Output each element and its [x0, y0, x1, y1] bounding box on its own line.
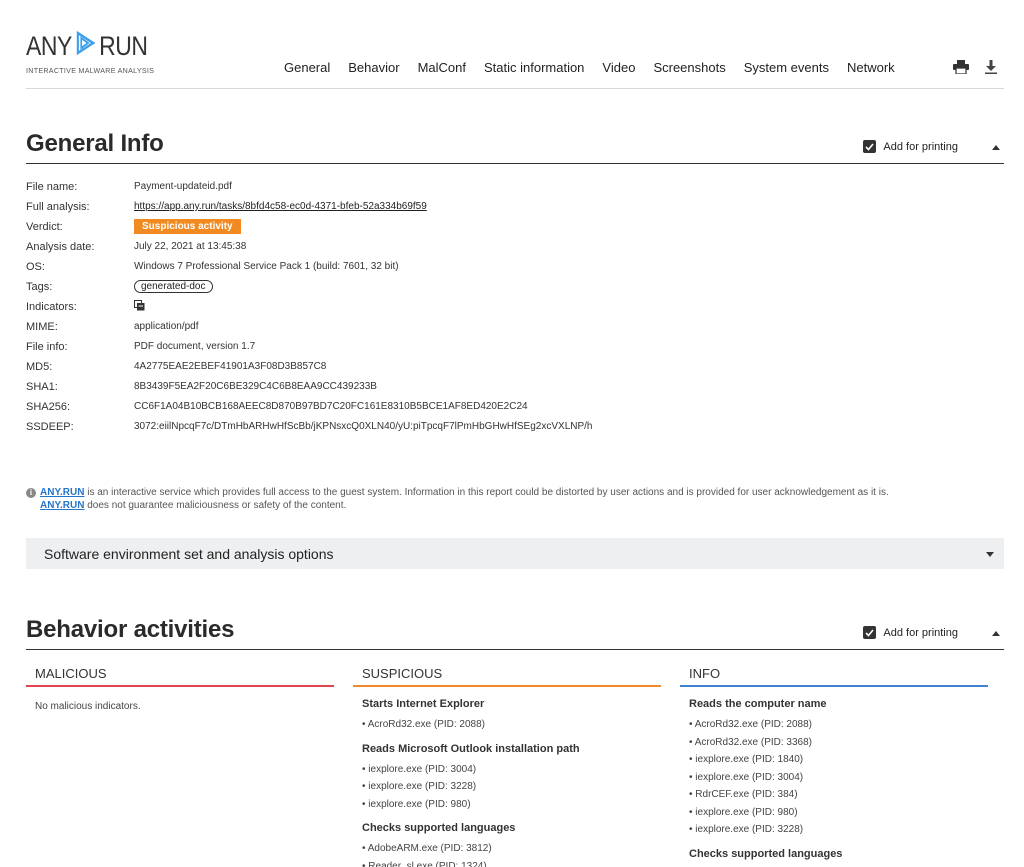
printer-icon[interactable]: [952, 58, 970, 76]
info-label: MD5:: [26, 361, 53, 373]
report-nav: General Behavior MalConf Static informat…: [284, 60, 913, 75]
info-value: Windows 7 Professional Service Pack 1 (b…: [134, 261, 399, 272]
general-info-header: General Info Add for printing: [26, 130, 1004, 164]
indicators-icon: [134, 300, 145, 314]
disclaimer-line-2: does not guarantee maliciousness or safe…: [84, 500, 347, 511]
behavior-column-body: Starts Internet Explorer • AcroRd32.exe (…: [353, 687, 661, 867]
disclaimer: i ANY.RUN is an interactive service which…: [26, 486, 1006, 512]
anyrun-link[interactable]: ANY.RUN: [40, 487, 84, 498]
logo-text-right: RUN: [99, 30, 148, 61]
behavior-process-item: • iexplore.exe (PID: 3004): [689, 771, 804, 783]
info-label: Tags:: [26, 281, 53, 293]
sha1-value: 8B3439F5EA2F20C6BE329C4C6B8EAA9CC439233B: [134, 381, 377, 392]
info-value: application/pdf: [134, 321, 199, 332]
expand-arrow-icon[interactable]: [986, 552, 994, 557]
sha256-value: CC6F1A04B10BCB168AEEC8D870B97BD7C20FC161…: [134, 401, 528, 412]
anyrun-logo[interactable]: ANY RUN INTERACTIVE MALWARE ANALYSIS: [26, 30, 169, 75]
behavior-group-title[interactable]: Starts Internet Explorer: [362, 698, 661, 710]
logo-subtitle: INTERACTIVE MALWARE ANALYSIS: [26, 66, 155, 75]
nav-behavior[interactable]: Behavior: [348, 60, 399, 75]
behavior-process-item: • AcroRd32.exe (PID: 2088): [362, 719, 486, 730]
nav-static-information[interactable]: Static information: [484, 60, 584, 75]
add-for-printing-label: Add for printing: [883, 140, 958, 153]
behavior-header: Behavior activities Add for printing: [26, 616, 1004, 650]
behavior-column-title: SUSPICIOUS: [353, 666, 661, 687]
collapse-arrow-icon[interactable]: [992, 145, 1000, 150]
disclaimer-line-1: is an interactive service which provides…: [84, 487, 889, 498]
behavior-group-title[interactable]: Checks supported languages: [689, 848, 988, 860]
behavior-group: Checks supported languages: [689, 848, 988, 860]
behavior-process-item: • AdobeARM.exe (PID: 3812): [362, 843, 492, 854]
nav-malconf[interactable]: MalConf: [418, 60, 466, 75]
anyrun-link[interactable]: ANY.RUN: [40, 500, 84, 511]
nav-system-events[interactable]: System events: [744, 60, 829, 75]
md5-value: 4A2775EAE2EBEF41901A3F08D3B857C8: [134, 361, 327, 372]
info-label: Verdict:: [26, 221, 63, 233]
nav-network[interactable]: Network: [847, 60, 895, 75]
behavior-process-item: • AcroRd32.exe (PID: 3368): [689, 736, 813, 748]
verdict-badge: Suspicious activity: [134, 219, 241, 234]
behavior-group-title[interactable]: Reads Microsoft Outlook installation pat…: [362, 743, 661, 755]
behavior-process-item: • iexplore.exe (PID: 3004): [362, 763, 477, 775]
info-label: Analysis date:: [26, 241, 95, 253]
checkbox-checked-icon[interactable]: [863, 140, 877, 153]
software-environment-label: Software environment set and analysis op…: [44, 546, 334, 562]
report-header: ANY RUN INTERACTIVE MALWARE ANALYSIS Gen…: [0, 0, 1024, 90]
behavior-column-malicious: MALICIOUS No malicious indicators.: [26, 666, 334, 725]
info-label: SHA1:: [26, 381, 58, 393]
behavior-process-item: • AcroRd32.exe (PID: 2088): [689, 719, 813, 730]
software-environment-panel[interactable]: Software environment set and analysis op…: [26, 538, 1004, 569]
info-label: SSDEEP:: [26, 421, 74, 433]
behavior-process-item: • iexplore.exe (PID: 980): [362, 798, 471, 810]
info-label: File name:: [26, 181, 78, 193]
behavior-group: No malicious indicators.: [35, 698, 334, 716]
nav-general[interactable]: General: [284, 60, 330, 75]
behavior-process-item: • iexplore.exe (PID: 3228): [362, 781, 477, 792]
behavior-column-suspicious: SUSPICIOUS Starts Internet Explorer • Acro…: [353, 666, 661, 867]
behavior-group-title[interactable]: Checks supported languages: [362, 822, 661, 834]
header-divider: [26, 88, 1004, 89]
info-label: File info:: [26, 341, 68, 353]
full-analysis-link[interactable]: https://app.any.run/tasks/8bfd4c58-ec0d-…: [134, 201, 427, 212]
info-label: Full analysis:: [26, 201, 90, 213]
behavior-process-item: • RdrCEF.exe (PID: 384): [689, 789, 798, 800]
add-for-printing-label: Add for printing: [883, 626, 958, 639]
info-label: Indicators:: [26, 301, 77, 313]
info-label: SHA256:: [26, 401, 71, 413]
behavior-group: Starts Internet Explorer • AcroRd32.exe (…: [362, 698, 661, 734]
behavior-title: Behavior activities: [26, 616, 235, 643]
tag-chip[interactable]: generated-doc: [134, 280, 213, 293]
behavior-process-item: • iexplore.exe (PID: 1840): [689, 754, 804, 765]
info-value: Payment-updateid.pdf: [134, 181, 232, 192]
nav-screenshots[interactable]: Screenshots: [653, 60, 725, 75]
logo-text-left: ANY: [26, 30, 72, 61]
behavior-column-body: Reads the computer name • AcroRd32.exe (P…: [680, 687, 988, 860]
behavior-process-item: • iexplore.exe (PID: 980): [689, 806, 798, 818]
behavior-column-info: INFO Reads the computer name • AcroRd32.ex…: [680, 666, 988, 867]
ssdeep-value: 3072:eiilNpcqF7c/DTmHbARHwHfScBb/jKPNsxc…: [134, 421, 593, 432]
nav-video[interactable]: Video: [602, 60, 635, 75]
info-value: July 22, 2021 at 13:45:38: [134, 241, 247, 252]
general-info-title: General Info: [26, 130, 164, 157]
behavior-group: Reads the computer name • AcroRd32.exe (P…: [689, 698, 988, 839]
behavior-group: Reads Microsoft Outlook installation pat…: [362, 743, 661, 814]
checkbox-checked-icon[interactable]: [863, 626, 877, 639]
behavior-group: Checks supported languages • AdobeARM.exe…: [362, 822, 661, 867]
add-for-printing-toggle[interactable]: Add for printing: [863, 626, 958, 639]
download-icon[interactable]: [982, 58, 1000, 76]
logo-play-icon: [74, 30, 96, 61]
behavior-column-title: MALICIOUS: [26, 666, 334, 687]
add-for-printing-toggle[interactable]: Add for printing: [863, 140, 958, 153]
info-value: PDF document, version 1.7: [134, 341, 256, 352]
behavior-process-item: • iexplore.exe (PID: 3228): [689, 824, 804, 835]
behavior-column-body: No malicious indicators.: [26, 687, 334, 716]
behavior-group-title[interactable]: Reads the computer name: [689, 698, 988, 710]
info-label: OS:: [26, 261, 45, 273]
collapse-arrow-icon[interactable]: [992, 631, 1000, 636]
behavior-process-item: • Reader_sl.exe (PID: 1324): [362, 860, 487, 867]
info-icon: i: [26, 488, 36, 498]
info-label: MIME:: [26, 321, 58, 333]
behavior-process-item: No malicious indicators.: [35, 701, 141, 712]
behavior-column-title: INFO: [680, 666, 988, 687]
